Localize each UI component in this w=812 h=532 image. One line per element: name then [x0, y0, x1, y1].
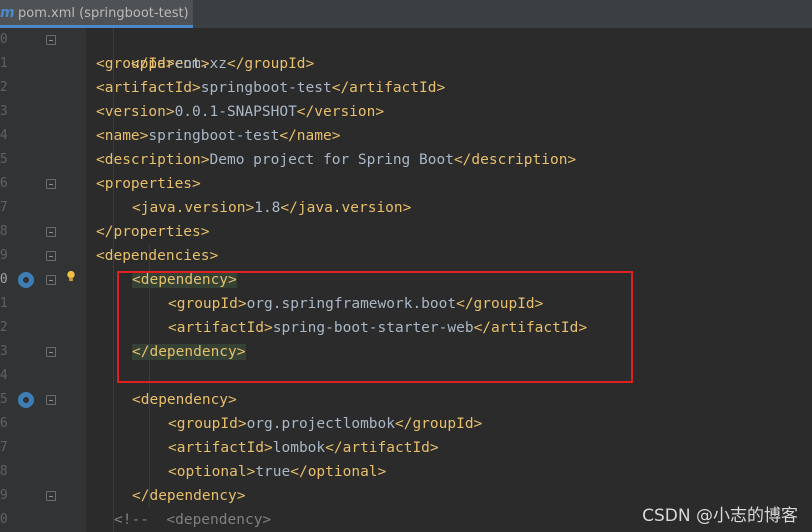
line-number: 28	[0, 464, 8, 479]
fold-marker-icon[interactable]	[46, 35, 56, 45]
annotation-highlight-box	[117, 271, 633, 383]
code-line-18: </properties>	[96, 224, 210, 240]
line-number: 15	[0, 152, 8, 167]
line-number: 24	[0, 368, 8, 383]
line-number: 21	[0, 296, 8, 311]
line-number: 12	[0, 80, 8, 95]
code-line-13: <version>0.0.1-SNAPSHOT</version>	[96, 104, 385, 120]
line-number: 10	[0, 32, 8, 47]
line-number: 27	[0, 440, 8, 455]
maven-dependency-icon[interactable]	[18, 272, 34, 288]
fold-marker-icon[interactable]	[46, 227, 56, 237]
code-line-17: <java.version>1.8</java.version>	[132, 200, 412, 216]
line-number: 22	[0, 320, 8, 335]
line-number: 20	[0, 272, 8, 287]
fold-marker-icon[interactable]	[46, 491, 56, 501]
code-line-10: </parent>	[130, 56, 210, 72]
fold-marker-icon[interactable]	[46, 347, 56, 357]
line-number: 14	[0, 128, 8, 143]
line-number: 18	[0, 224, 8, 239]
line-number: 26	[0, 416, 8, 431]
code-line-27: <artifactId>lombok</artifactId>	[168, 440, 439, 456]
line-number: 19	[0, 248, 8, 263]
code-line-16: <properties>	[96, 176, 201, 192]
code-line-14: <name>springboot-test</name>	[96, 128, 341, 144]
line-number: 11	[0, 56, 8, 71]
fold-marker-icon[interactable]	[46, 395, 56, 405]
fold-marker-icon[interactable]	[46, 275, 56, 285]
line-number: 17	[0, 200, 8, 215]
code-line-15: <description>Demo project for Spring Boo…	[96, 152, 577, 168]
line-number: 13	[0, 104, 8, 119]
line-number: 16	[0, 176, 8, 191]
code-line-12: <artifactId>springboot-test</artifactId>	[96, 80, 446, 96]
fold-marker-icon[interactable]	[46, 179, 56, 189]
code-line-25: <dependency>	[132, 392, 237, 408]
code-line-19: <dependencies>	[96, 248, 219, 264]
line-number: 23	[0, 344, 8, 359]
line-number: 30	[0, 512, 8, 527]
line-number: 25	[0, 392, 8, 407]
code-line-26: <groupId>org.projectlombok</groupId>	[168, 416, 483, 432]
code-line-30: <!-- <dependency>	[114, 512, 272, 528]
fold-marker-icon[interactable]	[46, 251, 56, 261]
tab-title: pom.xml (springboot-test)	[18, 6, 189, 21]
code-line-29: </dependency>	[132, 488, 246, 504]
watermark: CSDN @小志的博客	[642, 506, 798, 526]
maven-dependency-icon[interactable]	[18, 392, 34, 408]
maven-m-icon: m	[0, 5, 15, 21]
line-number: 29	[0, 488, 8, 503]
tab-pom-xml[interactable]: m pom.xml (springboot-test)	[0, 0, 193, 28]
code-line-11: <groupId>com.xz</groupId>	[96, 56, 315, 72]
code-line-28: <optional>true</optional>	[168, 464, 387, 480]
lightbulb-icon[interactable]	[66, 270, 76, 282]
editor-tab-bar: m pom.xml (springboot-test)	[0, 0, 812, 29]
